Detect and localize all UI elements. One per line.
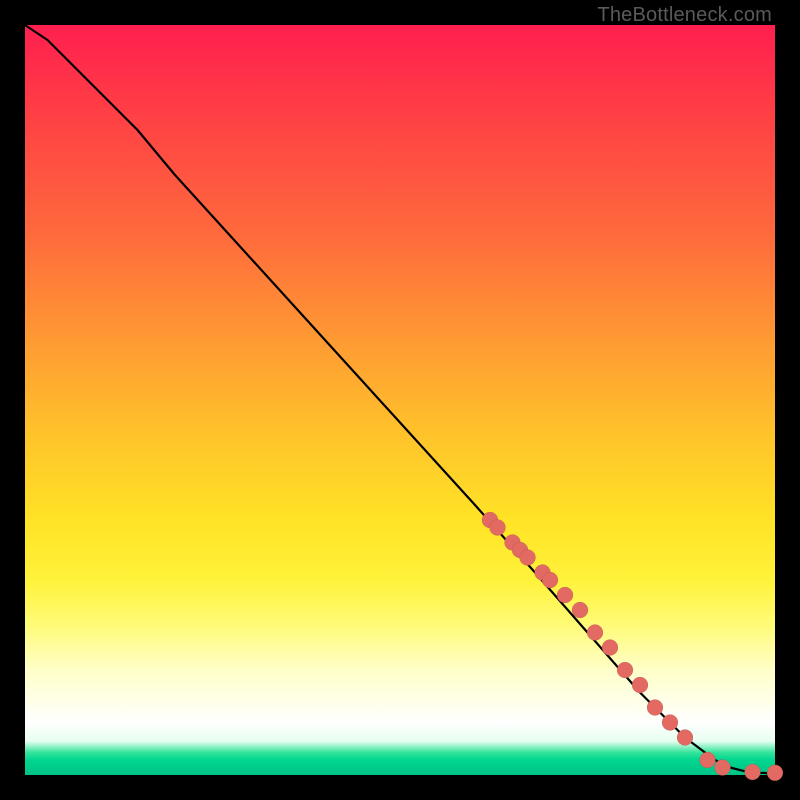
- sample-marker: [647, 700, 663, 716]
- sample-marker: [542, 572, 558, 588]
- sample-marker: [617, 662, 633, 678]
- chart-svg: [25, 25, 775, 775]
- sample-marker: [557, 587, 573, 603]
- bottleneck-curve: [25, 25, 775, 774]
- sample-marker: [662, 715, 678, 731]
- plot-area: [25, 25, 775, 775]
- sample-marker: [767, 765, 783, 781]
- sample-marker: [745, 764, 761, 780]
- sample-marker: [677, 730, 693, 746]
- sample-marker: [587, 625, 603, 641]
- sample-marker: [632, 677, 648, 693]
- sample-marker: [520, 550, 536, 566]
- sample-marker: [572, 602, 588, 618]
- sample-markers: [482, 512, 783, 781]
- attribution-label: TheBottleneck.com: [597, 4, 772, 27]
- chart-frame: TheBottleneck.com: [0, 0, 800, 800]
- sample-marker: [700, 752, 716, 768]
- sample-marker: [602, 640, 618, 656]
- sample-marker: [490, 520, 506, 536]
- sample-marker: [715, 760, 731, 776]
